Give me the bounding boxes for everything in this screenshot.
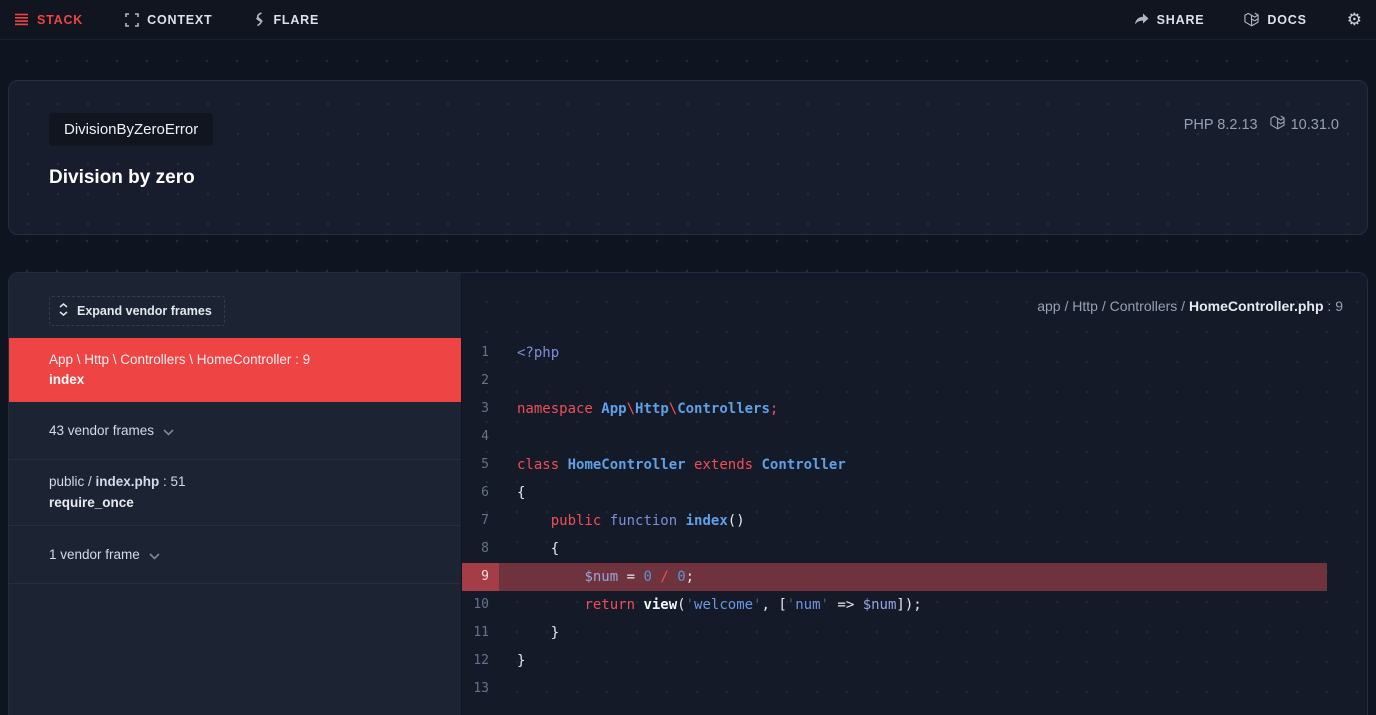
line-number: 8 [462, 535, 499, 563]
code-line: 8 { [462, 535, 1367, 563]
stack-frame-active[interactable]: App \ Http \ Controllers \ HomeControlle… [9, 338, 461, 402]
line-number: 4 [462, 423, 499, 451]
code-line: 1 <?php [462, 339, 1367, 367]
vendor-frame-label: 1 vendor frame [49, 547, 140, 562]
line-number: 13 [462, 675, 499, 703]
line-number: 7 [462, 507, 499, 535]
stack-lines-icon [14, 13, 29, 26]
tab-stack-label: STACK [37, 13, 83, 27]
code-line-highlighted: 9 $num = 0 / 0; [462, 563, 1327, 591]
line-number: 1 [462, 339, 499, 367]
line-number: 12 [462, 647, 499, 675]
frame-path: App \ Http \ Controllers \ HomeControlle… [49, 352, 441, 367]
frame-method: require_once [49, 495, 441, 510]
line-content: } [517, 619, 559, 647]
code-line: 12} [462, 647, 1367, 675]
share-arrow-icon [1134, 13, 1149, 26]
tab-stack[interactable]: STACK [14, 13, 83, 27]
tab-flare-label: FLARE [273, 13, 319, 27]
unfold-vertical-icon [59, 303, 68, 319]
code-line: 4 [462, 423, 1367, 451]
line-number: 10 [462, 591, 499, 619]
line-content: public function index() [517, 507, 745, 535]
nav-actions: SHARE DOCS ⚙ [1134, 11, 1362, 28]
stack-frame-index-php[interactable]: public / index.php : 51 require_once [9, 460, 461, 526]
chevron-down-icon [163, 424, 174, 439]
vendor-frame-group-collapsed-2[interactable]: 1 vendor frame [9, 526, 461, 584]
line-content: namespace App\Http\Controllers; [517, 395, 778, 423]
error-message: Division by zero [49, 167, 1339, 189]
nav-tabs: STACK CONTEXT FLARE [14, 12, 319, 27]
line-number: 2 [462, 367, 499, 395]
line-content: { [517, 479, 525, 507]
line-number: 5 [462, 451, 499, 479]
expand-vendor-frames-label: Expand vendor frames [77, 304, 212, 318]
laravel-version-icon [1270, 115, 1285, 134]
frame-path: public / index.php : 51 [49, 474, 441, 489]
vendor-frames-label: 43 vendor frames [49, 423, 154, 438]
context-scan-icon [125, 13, 139, 27]
share-label: SHARE [1157, 13, 1205, 27]
share-button[interactable]: SHARE [1134, 13, 1205, 27]
frames-header: Expand vendor frames [9, 273, 461, 338]
code-line: 6{ [462, 479, 1367, 507]
tab-context-label: CONTEXT [147, 13, 212, 27]
framework-version: 10.31.0 [1270, 115, 1339, 134]
line-content: } [517, 647, 525, 675]
code-line: 7 public function index() [462, 507, 1367, 535]
version-info: PHP 8.2.13 10.31.0 [1184, 115, 1339, 134]
settings-gear-icon[interactable]: ⚙ [1347, 11, 1362, 28]
vendor-frames-group-collapsed[interactable]: 43 vendor frames [9, 402, 461, 460]
line-content: $num = 0 / 0; [517, 563, 694, 591]
line-number: 9 [462, 563, 499, 591]
line-number: 6 [462, 479, 499, 507]
code-line: 3 namespace App\Http\Controllers; [462, 395, 1367, 423]
line-content: class HomeController extends Controller [517, 451, 846, 479]
code-line: 2 [462, 367, 1367, 395]
code-line: 10 return view('welcome', ['num' => $num… [462, 591, 1367, 619]
code-line: 5 class HomeController extends Controller [462, 451, 1367, 479]
file-breadcrumb[interactable]: app / Http / Controllers / HomeControlle… [462, 273, 1367, 339]
code-lines: 1 <?php 23 namespace App\Http\Controllers; 4… [462, 339, 1367, 703]
line-number: 3 [462, 395, 499, 423]
code-panel: app / Http / Controllers / HomeControlle… [461, 273, 1367, 715]
stack-frames-panel: Expand vendor frames App \ Http \ Contro… [9, 273, 461, 715]
code-line: 13 [462, 675, 1367, 703]
line-number: 11 [462, 619, 499, 647]
exception-class-badge: DivisionByZeroError [49, 113, 213, 146]
line-content: { [517, 535, 559, 563]
chevron-down-icon [149, 548, 160, 563]
tab-flare[interactable]: FLARE [254, 12, 319, 27]
stack-trace-card: Expand vendor frames App \ Http \ Contro… [8, 272, 1368, 715]
frame-method: index [49, 372, 441, 387]
error-card: DivisionByZeroError Division by zero PHP… [8, 80, 1368, 235]
docs-label: DOCS [1267, 13, 1306, 27]
php-version: PHP 8.2.13 [1184, 117, 1258, 133]
framework-version-number: 10.31.0 [1291, 117, 1339, 133]
docs-button[interactable]: DOCS [1244, 12, 1306, 27]
laravel-logo-icon [1244, 12, 1259, 27]
top-nav: STACK CONTEXT FLARE [0, 0, 1376, 40]
code-line: 11 } [462, 619, 1367, 647]
line-content: return view('welcome', ['num' => $num]); [517, 591, 922, 619]
expand-vendor-frames-button[interactable]: Expand vendor frames [49, 296, 225, 326]
line-content: <?php [517, 339, 559, 367]
tab-context[interactable]: CONTEXT [125, 13, 212, 27]
flare-icon [254, 12, 265, 27]
